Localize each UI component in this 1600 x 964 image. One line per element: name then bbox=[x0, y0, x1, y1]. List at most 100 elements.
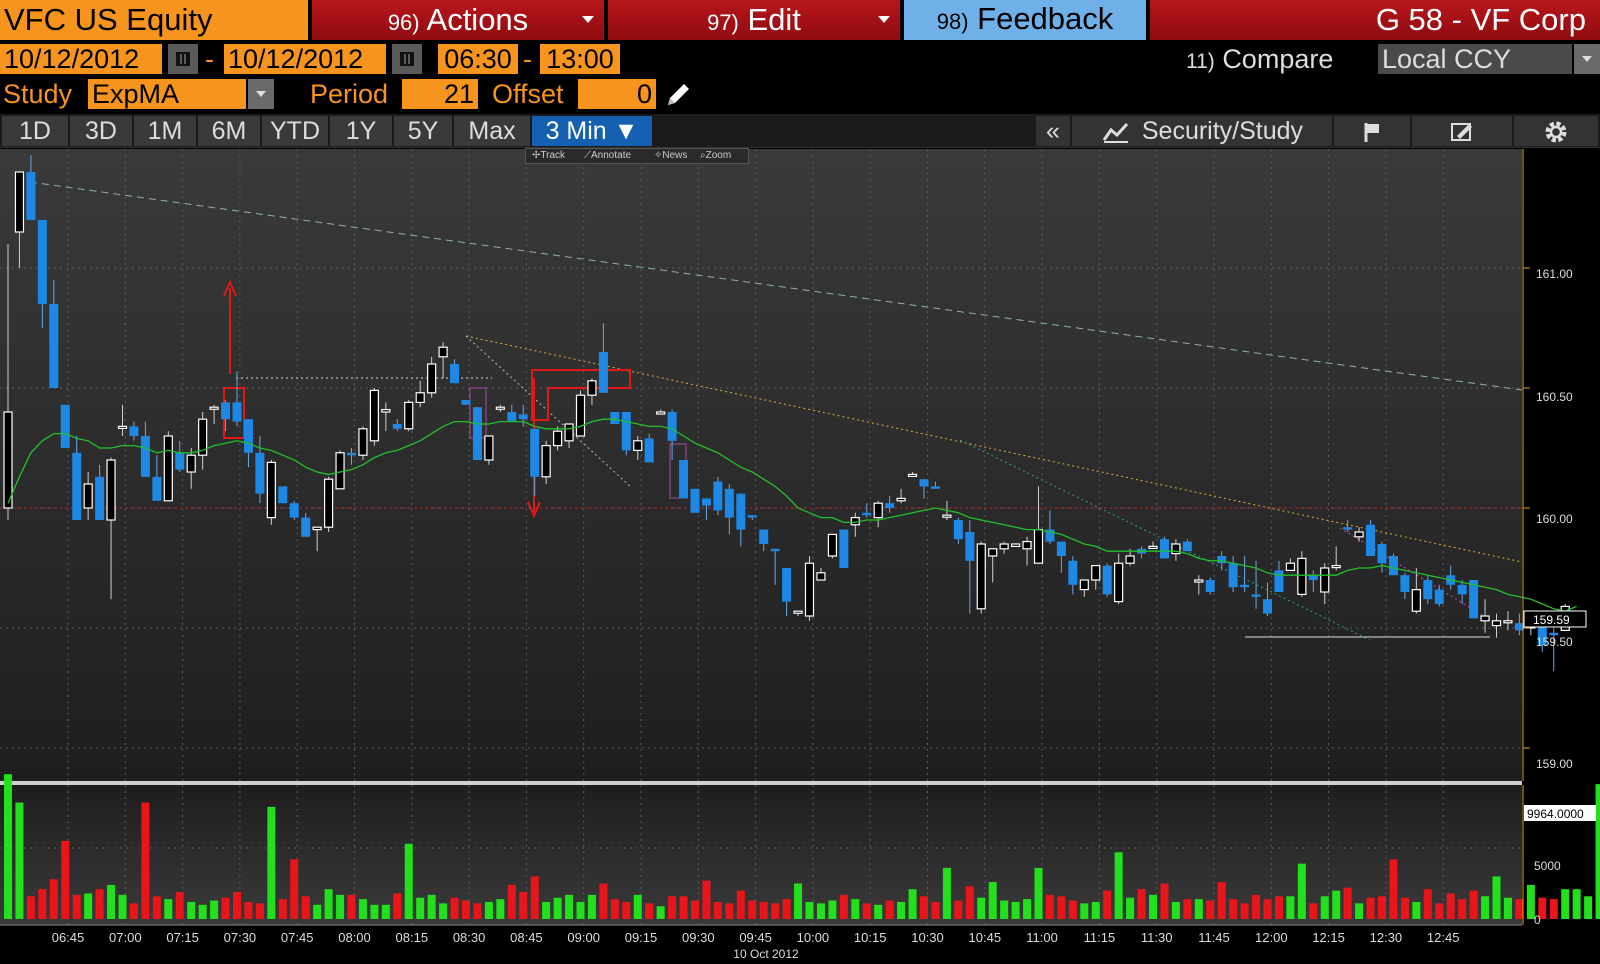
price-volume-chart[interactable]: 06:45 07:00 07:15 07:30 07:45 08:00 08:15 08:30… bbox=[0, 149, 1600, 964]
x-tick-label: 09:15 bbox=[625, 930, 658, 945]
candle-body-down bbox=[1182, 541, 1192, 552]
pencil-icon[interactable] bbox=[662, 79, 694, 109]
volume-bar-down bbox=[1103, 890, 1112, 919]
collapse-icon[interactable]: « bbox=[1036, 116, 1070, 146]
volume-bar-up bbox=[267, 806, 276, 919]
candle-body-down bbox=[713, 481, 723, 511]
candle-body-up bbox=[117, 425, 128, 429]
tab-6m[interactable]: 6M bbox=[198, 116, 260, 146]
candle-body-up bbox=[988, 548, 998, 557]
gear-icon[interactable] bbox=[1514, 116, 1598, 146]
security-study-button[interactable]: Security/Study bbox=[1072, 116, 1332, 146]
x-tick-label: 07:30 bbox=[224, 930, 257, 945]
volume-bar-down bbox=[1446, 893, 1455, 919]
candle-body-up bbox=[827, 533, 838, 557]
volume-bar-up bbox=[84, 893, 93, 919]
interval-select[interactable]: 3 Min ▼ bbox=[532, 116, 652, 146]
study-select[interactable]: ExpMA bbox=[88, 79, 246, 109]
compare-number: 11) bbox=[1186, 50, 1215, 73]
volume-bar-up bbox=[1320, 896, 1329, 919]
time-separator: - bbox=[523, 44, 532, 74]
candle-body-up bbox=[1354, 531, 1364, 538]
candle-body-up bbox=[1022, 540, 1032, 550]
tab-max[interactable]: Max bbox=[454, 116, 530, 146]
panel-divider[interactable] bbox=[0, 781, 1522, 785]
currency-select[interactable]: Local CCY bbox=[1378, 44, 1572, 74]
volume-bar-up bbox=[210, 900, 219, 919]
tab-1y[interactable]: 1Y bbox=[330, 116, 392, 146]
candle-body-down bbox=[49, 304, 59, 388]
candle-body-down bbox=[1251, 594, 1261, 597]
volume-bar-up bbox=[118, 894, 127, 919]
candle-body-up bbox=[1194, 579, 1204, 583]
candle-body-up bbox=[1491, 620, 1502, 627]
annotate-tool[interactable]: ⟋ Annotate bbox=[584, 149, 631, 163]
volume-bar-up bbox=[15, 802, 24, 919]
chevron-down-icon[interactable] bbox=[248, 79, 274, 109]
calendar-icon[interactable] bbox=[168, 44, 198, 74]
candle-body-up bbox=[656, 411, 666, 415]
volume-bar-up bbox=[1000, 900, 1009, 919]
tab-ytd[interactable]: YTD bbox=[262, 116, 328, 146]
edit-menu-button[interactable]: 97) Edit bbox=[608, 0, 900, 40]
volume-bar-down bbox=[702, 880, 711, 919]
start-date-field[interactable]: 10/12/2012 bbox=[0, 44, 162, 74]
feedback-button[interactable]: 98) Feedback bbox=[904, 0, 1146, 40]
end-date-field[interactable]: 10/12/2012 bbox=[224, 44, 386, 74]
candle-body-down bbox=[461, 400, 471, 405]
volume-bar-up bbox=[1034, 867, 1043, 919]
compare-button[interactable]: 11) Compare bbox=[1186, 44, 1333, 74]
x-tick-label: 08:00 bbox=[338, 930, 371, 945]
candle-body-up bbox=[427, 363, 437, 394]
volume-bar-down bbox=[885, 900, 894, 919]
tab-1m[interactable]: 1M bbox=[134, 116, 196, 146]
volume-bar-down bbox=[691, 900, 699, 919]
actions-menu-button[interactable]: 96) Actions bbox=[312, 0, 604, 40]
volume-bar-up bbox=[553, 897, 562, 919]
volume-bar-up bbox=[805, 901, 814, 919]
period-field[interactable]: 21 bbox=[402, 79, 478, 109]
volume-bar-up bbox=[107, 884, 116, 919]
track-label: Track bbox=[540, 150, 566, 161]
offset-field[interactable]: 0 bbox=[578, 79, 656, 109]
volume-bar-down bbox=[450, 897, 459, 919]
volume-bar-down bbox=[1206, 900, 1215, 919]
x-tick-label: 11:00 bbox=[1026, 930, 1058, 945]
x-tick-label: 07:45 bbox=[281, 930, 314, 945]
track-tool[interactable]: ✢ Track bbox=[532, 149, 565, 163]
end-time-field[interactable]: 13:00 bbox=[540, 44, 620, 74]
x-tick-label: 08:15 bbox=[396, 930, 429, 945]
zoom-tool[interactable]: ⌕ Zoom bbox=[700, 149, 731, 163]
volume-bar-down bbox=[1400, 897, 1409, 919]
volume-bar-down bbox=[95, 889, 104, 919]
tab-1d[interactable]: 1D bbox=[2, 116, 68, 146]
flag-icon[interactable] bbox=[1334, 116, 1410, 146]
calendar-icon[interactable] bbox=[392, 44, 422, 74]
news-tool[interactable]: ✧ News bbox=[654, 149, 687, 163]
volume-bar-down bbox=[782, 899, 791, 919]
candle-body-up bbox=[1114, 562, 1124, 603]
volume-bar-down bbox=[1183, 899, 1192, 919]
ticker-field[interactable]: VFC US Equity bbox=[0, 0, 308, 40]
tab-5y[interactable]: 5Y bbox=[394, 116, 452, 146]
candle-body-down bbox=[140, 436, 150, 477]
volume-bar-down bbox=[1309, 903, 1318, 919]
candle-body-down bbox=[1377, 544, 1387, 564]
volume-bar-up bbox=[439, 903, 448, 919]
volume-bar-down bbox=[954, 900, 963, 919]
edit-annotation-icon[interactable] bbox=[1412, 116, 1512, 146]
chevron-down-icon[interactable] bbox=[1574, 44, 1600, 74]
feedback-number: 98) bbox=[936, 9, 969, 34]
candle-body-up bbox=[575, 394, 586, 437]
candle-body-up bbox=[587, 380, 597, 396]
candle-body-down bbox=[1102, 565, 1112, 595]
volume-bar-up bbox=[1412, 901, 1421, 919]
x-axis-date-label: 10 Oct 2012 bbox=[733, 947, 799, 961]
volume-bar-up bbox=[336, 894, 345, 919]
volume-bar-up bbox=[1171, 901, 1180, 919]
volume-bar-down bbox=[725, 903, 734, 919]
candle-body-down bbox=[518, 414, 528, 420]
tab-3d[interactable]: 3D bbox=[70, 116, 132, 146]
start-time-field[interactable]: 06:30 bbox=[438, 44, 518, 74]
x-tick-label: 10:00 bbox=[797, 930, 830, 945]
